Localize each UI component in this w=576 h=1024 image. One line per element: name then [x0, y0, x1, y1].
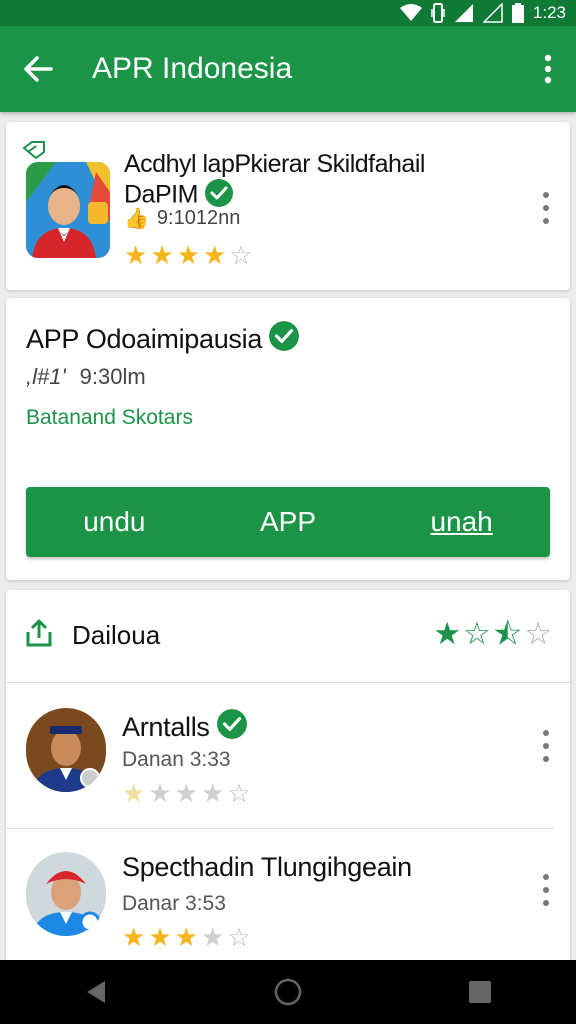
thumbs-up-icon: 👍 [124, 208, 149, 230]
reviews-card: Dailoua ★ ☆ ⯪ ☆ Arntalls Danan 3:33 ★ ★ … [6, 590, 570, 970]
app-name: Acdhyl lapPkierar Skildfahail DaPIM [124, 150, 425, 209]
nav-back-button[interactable] [61, 960, 131, 1024]
action-bar: undu APP unah [26, 487, 550, 557]
header-star-1: ★ [433, 616, 462, 651]
wifi-icon [399, 4, 422, 22]
detail-title-text: APP Odoaimipausia [26, 324, 263, 354]
review-rating: ★ ★ ★ ★ ☆ [122, 780, 254, 806]
star-icon: ★ [148, 922, 172, 952]
star-icon: ★ [124, 240, 148, 270]
star-icon: ★ [122, 778, 146, 808]
signal-icon [454, 3, 474, 23]
action-button-2[interactable]: APP [240, 500, 336, 544]
review-item[interactable]: Arntalls Danan 3:33 ★ ★ ★ ★ ☆ [6, 686, 554, 829]
app-icon[interactable] [26, 162, 110, 258]
featured-app-card[interactable]: Acdhyl lapPkierar Skildfahail DaPIM 👍 9:… [6, 122, 570, 290]
more-vert-icon [544, 54, 552, 84]
app-bar: APR Indonesia [0, 26, 576, 112]
detail-title: APP Odoaimipausia [26, 320, 300, 359]
system-nav-bar [0, 960, 576, 1024]
review-date: Danan 3:33 [122, 748, 231, 771]
nav-home-button[interactable] [253, 960, 323, 1024]
app-rating: ★ ★ ★ ★ ☆ [124, 242, 256, 268]
share-icon[interactable] [24, 618, 54, 653]
reviewer-name: Arntalls [122, 708, 248, 747]
review-rating: ★ ★ ★ ★ ☆ [122, 924, 254, 950]
avatar[interactable] [26, 852, 106, 936]
star-icon: ★ [200, 778, 225, 808]
star-icon: ☆ [227, 922, 251, 952]
detail-meta: ,l#1' 9:30lm [26, 364, 146, 390]
app-title: APR Indonesia [92, 52, 293, 85]
header-star-2: ☆ [463, 616, 491, 651]
review-more-button[interactable] [534, 726, 558, 766]
signal-empty-icon [482, 3, 503, 23]
star-icon: ☆ [229, 240, 253, 270]
star-icon: ☆ [227, 778, 251, 808]
star-icon: ★ [150, 240, 174, 270]
developer-link[interactable]: Batanand Skotars [26, 406, 193, 430]
detail-meta-glyph: ,l#1' [26, 364, 66, 389]
nav-recents-button[interactable] [445, 960, 515, 1024]
battery-icon [511, 3, 524, 23]
app-meta: 👍 9:1012nn [124, 206, 240, 231]
header-star-4: ☆ [524, 616, 552, 651]
star-icon: ★ [148, 778, 172, 808]
review-date: Danar 3:53 [122, 892, 226, 915]
star-icon: ★ [202, 240, 227, 270]
reviews-header-label: Dailoua [72, 620, 161, 650]
overflow-menu-button[interactable] [520, 26, 576, 112]
star-icon: ★ [200, 922, 225, 952]
verified-badge-icon [268, 320, 300, 359]
action-button-3[interactable]: unah [410, 500, 512, 544]
detail-meta-text: 9:30lm [79, 364, 146, 389]
reviews-header-rating[interactable]: ★ ☆ ⯪ ☆ [431, 618, 552, 649]
status-bar: 1:23 [0, 0, 576, 26]
star-icon: ★ [176, 240, 200, 270]
card-more-button[interactable] [534, 188, 558, 228]
app-title-text[interactable]: Acdhyl lapPkierar Skildfahail DaPIM [124, 150, 484, 214]
reviewer-name: Specthadin Tlungihgeain [122, 852, 412, 883]
star-icon: ★ [174, 922, 198, 952]
app-detail-card: APP Odoaimipausia ,l#1' 9:30lm Batanand … [6, 298, 570, 580]
action-button-1[interactable]: undu [63, 500, 165, 544]
nav-back-icon [87, 981, 105, 1003]
app-meta-text: 9:1012nn [156, 207, 241, 229]
avatar[interactable] [26, 708, 106, 792]
status-time: 1:23 [532, 3, 566, 22]
vibrate-icon [431, 3, 445, 23]
review-more-button[interactable] [534, 870, 558, 910]
verified-badge-icon [216, 708, 248, 747]
reviewer-name-text: Arntalls [122, 712, 210, 742]
reviewer-name-text: Specthadin Tlungihgeain [122, 852, 412, 882]
reviews-header: Dailoua ★ ☆ ⯪ ☆ [6, 590, 570, 683]
nav-recents-icon [469, 981, 491, 1003]
star-icon: ★ [174, 778, 198, 808]
star-icon: ★ [122, 922, 146, 952]
header-star-3: ⯪ [492, 616, 523, 651]
nav-home-icon [274, 978, 302, 1006]
arrow-back-icon [24, 56, 53, 82]
review-item[interactable]: Specthadin Tlungihgeain Danar 3:53 ★ ★ ★ ★ ☆ [6, 830, 570, 972]
back-button[interactable] [0, 26, 76, 112]
